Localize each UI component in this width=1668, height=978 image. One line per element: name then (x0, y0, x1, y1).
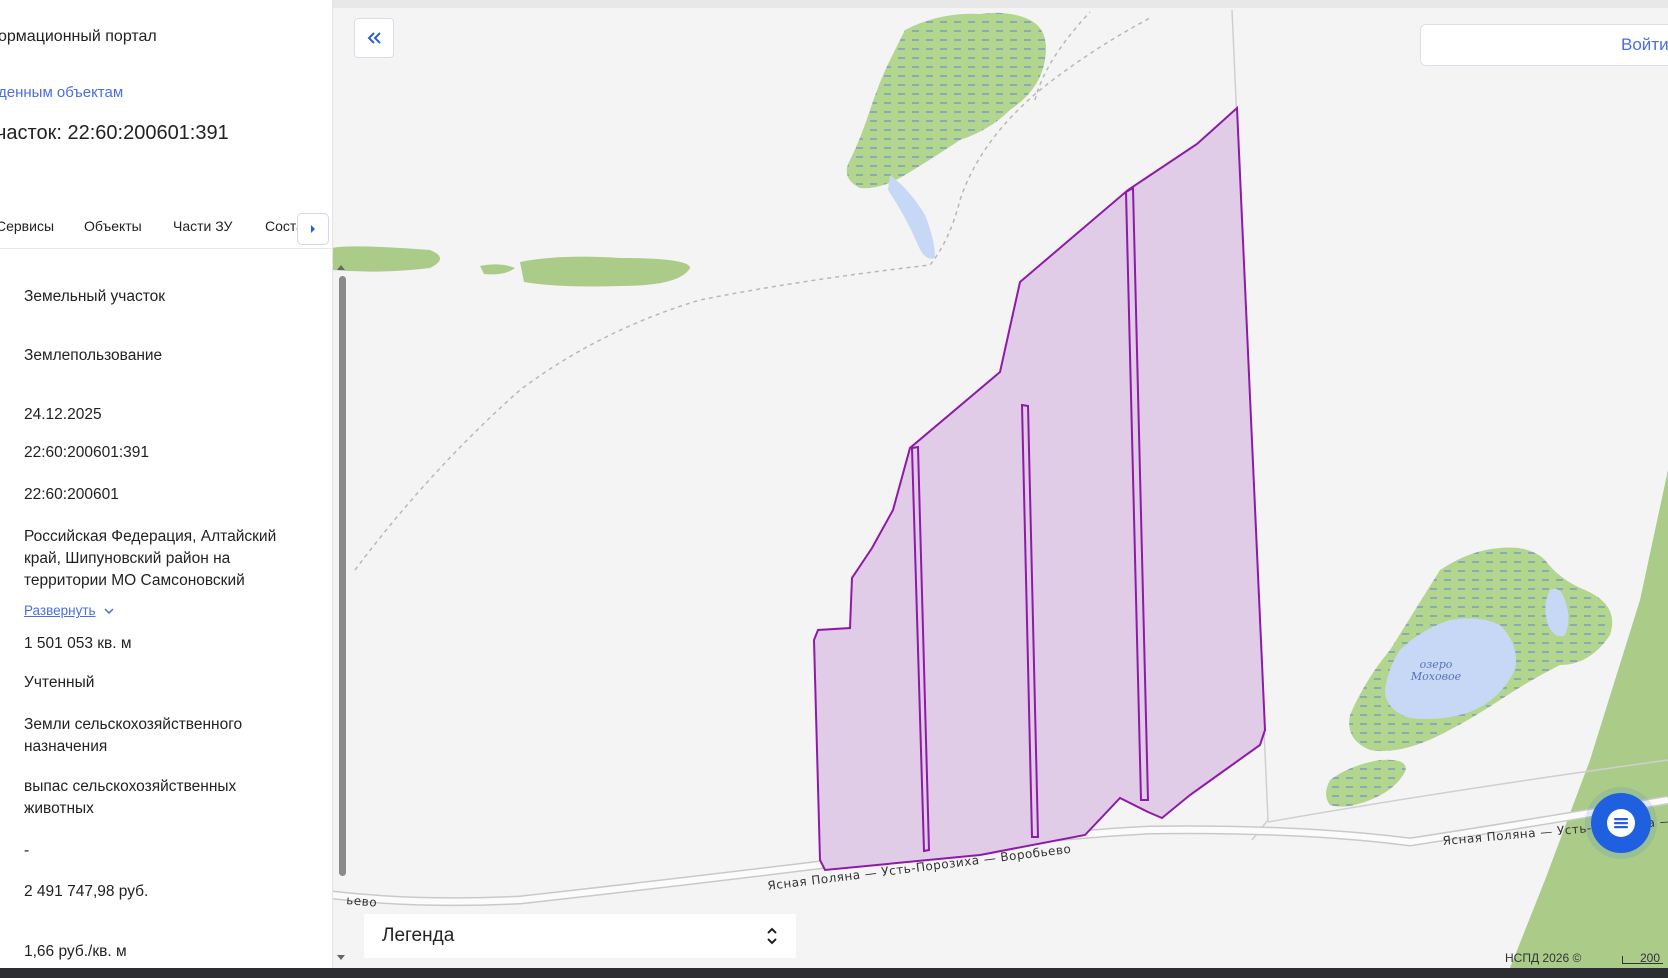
tab-objects[interactable]: Объекты (84, 218, 142, 234)
stream-north (888, 175, 935, 259)
field-object-type: Земельный участок (24, 288, 166, 305)
green-strip-left (332, 246, 440, 272)
panel-scrollbar[interactable] (339, 276, 346, 876)
field-category: Земли сельскохозяйственного назначения (24, 716, 243, 755)
tabs-scroll-right-button[interactable] (297, 213, 329, 245)
scale-label: 200 (1640, 951, 1661, 965)
chevron-right-icon (311, 225, 315, 233)
field-cadastral-value: 2 491 747,98 руб. (24, 883, 149, 900)
field-status: Учтенный (24, 674, 95, 691)
field-area: 1 501 053 кв. м (24, 635, 132, 652)
green-strip-right (520, 256, 690, 287)
chevron-down-icon (104, 607, 114, 614)
cadastral-parcel[interactable] (812, 105, 1267, 872)
portal-title: ормационный портал (0, 28, 157, 45)
field-cadastral-number: 22:60:200601:391 (24, 444, 149, 461)
field-date: 24.12.2025 (24, 406, 102, 423)
double-chevron-left-icon (367, 32, 381, 44)
chat-button[interactable] (1591, 793, 1651, 853)
lake-label-2: Моховое (1410, 670, 1462, 683)
field-specific-value: 1,66 руб./кв. м (24, 943, 127, 960)
wetland-east-small (1326, 759, 1406, 807)
green-field-area (1510, 470, 1668, 968)
taskbar (0, 968, 1668, 978)
wetland-north (846, 12, 1046, 189)
map-canvas[interactable]: озеро Моховое Ясная Поляна — Усть-Порози… (332, 0, 1668, 968)
field-dash: - (24, 842, 30, 859)
collapse-panel-button[interactable] (354, 18, 394, 58)
tab-parts[interactable]: Части ЗУ (173, 218, 232, 234)
chevron-up-down-icon (767, 927, 777, 945)
expand-link-label: Развернуть (24, 603, 96, 618)
expand-link[interactable]: Развернуть (24, 603, 114, 618)
scroll-down-arrow[interactable] (337, 955, 345, 960)
legend-toggle[interactable]: Легенда (364, 914, 796, 958)
field-address: Российская Федерация, Алтайский край, Ши… (24, 528, 277, 589)
chat-icon (1607, 809, 1635, 837)
tab-bar: Сервисы Объекты Части ЗУ Состав (0, 212, 332, 249)
scroll-up-arrow[interactable] (337, 265, 345, 270)
info-panel: ормационный портал денным объектам часто… (0, 0, 333, 968)
field-permitted-use: выпас сельскохозяйственных животных (24, 778, 237, 817)
green-strip-mid (480, 264, 515, 275)
map-layer: озеро Моховое Ясная Поляна — Усть-Порози… (332, 0, 1668, 968)
tab-services[interactable]: Сервисы (0, 218, 54, 234)
map-attribution: НСПД 2026 © (1505, 951, 1582, 965)
legend-label: Легенда (382, 925, 455, 946)
parcel-heading: часток: 22:60:200601:391 (0, 122, 229, 144)
road-label-left: ьево (346, 893, 378, 910)
login-button[interactable]: Войти (1420, 24, 1668, 66)
field-right-type: Землепользование (24, 347, 163, 364)
back-link[interactable]: денным объектам (0, 84, 123, 101)
field-quarter: 22:60:200601 (24, 486, 119, 503)
